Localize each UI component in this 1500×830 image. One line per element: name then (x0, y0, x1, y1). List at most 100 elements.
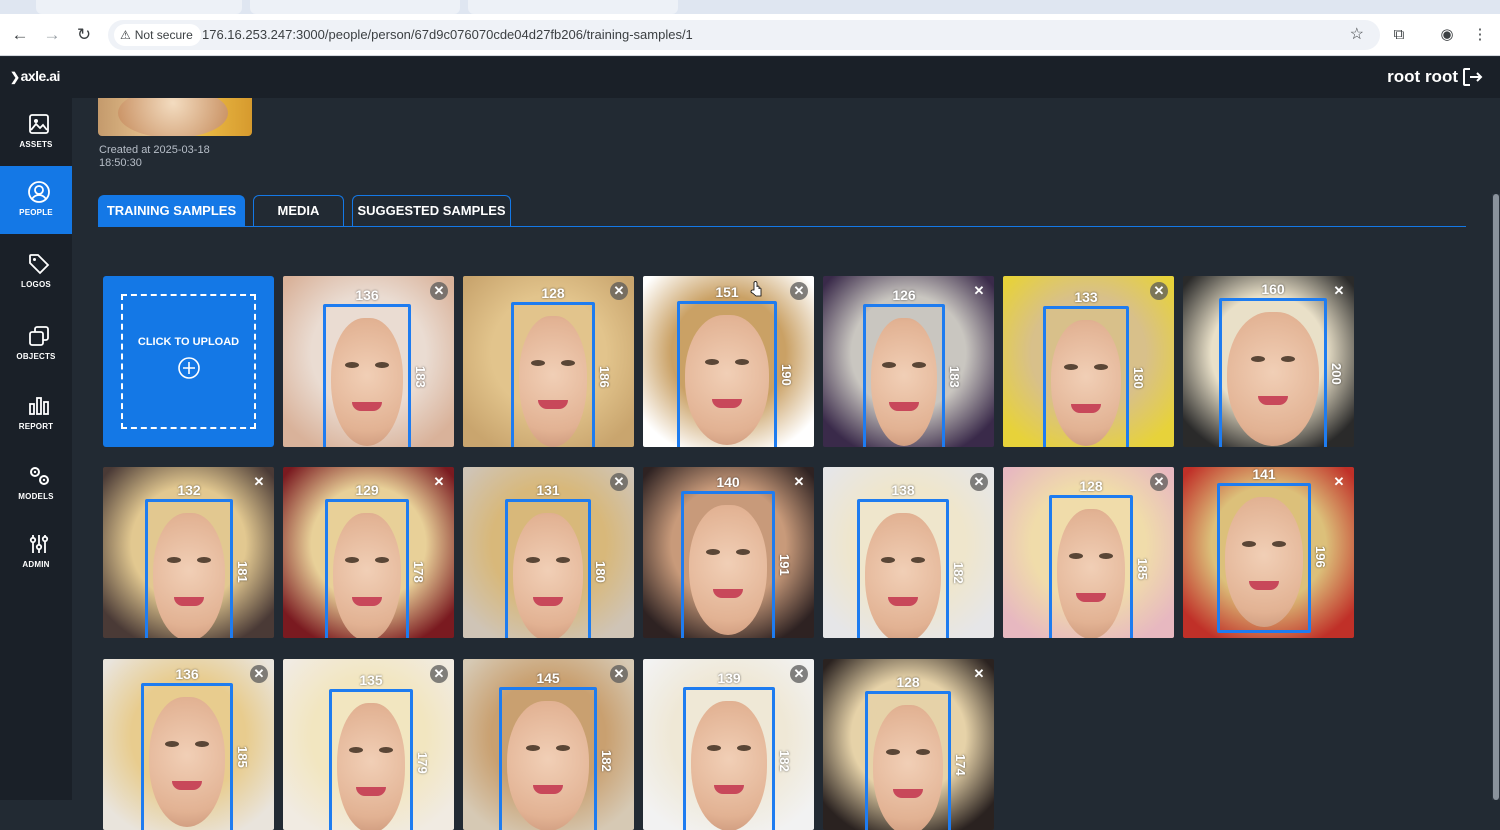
profile-icon[interactable]: ◉ (1437, 25, 1457, 45)
face-bounding-box[interactable] (141, 683, 233, 830)
scrollbar-thumb[interactable] (1493, 194, 1499, 800)
upload-tile[interactable]: CLICK TO UPLOAD (103, 276, 274, 447)
remove-sample-icon[interactable]: ✕ (790, 665, 808, 683)
training-sample-tile[interactable]: 138 182 ✕ (823, 467, 994, 638)
box-height-label: 183 (947, 366, 962, 388)
sidebar-item-assets[interactable]: ASSETS (0, 98, 72, 166)
remove-sample-icon[interactable]: ✕ (430, 282, 448, 300)
training-sample-tile[interactable]: 141 196 ✕ (1183, 467, 1354, 638)
training-sample-tile[interactable]: 151 190 ✕ (643, 276, 814, 447)
sidebar-item-label: MODELS (18, 492, 54, 501)
training-sample-tile[interactable]: 128 174 ✕ (823, 659, 994, 830)
remove-sample-icon[interactable]: ✕ (610, 473, 628, 491)
face-bounding-box[interactable] (681, 491, 775, 638)
user-name[interactable]: root root (1387, 67, 1458, 87)
app-header: ❯axle.ai root root (0, 57, 1500, 98)
not-secure-label: Not secure (134, 28, 193, 42)
remove-sample-icon[interactable]: ✕ (430, 665, 448, 683)
remove-sample-icon[interactable]: ✕ (790, 282, 808, 300)
remove-sample-icon[interactable]: ✕ (610, 665, 628, 683)
box-width-label: 131 (536, 482, 560, 498)
remove-sample-icon[interactable]: ✕ (1150, 473, 1168, 491)
box-height-label: 186 (597, 365, 612, 388)
face-bounding-box[interactable] (511, 302, 595, 447)
training-sample-tile[interactable]: 128 186 ✕ (463, 276, 634, 447)
face-bounding-box[interactable] (677, 301, 777, 447)
person-icon (28, 181, 50, 203)
remove-sample-icon[interactable]: ✕ (1330, 282, 1348, 300)
remove-sample-icon[interactable]: ✕ (970, 665, 988, 683)
extensions-icon[interactable]: ⧉ (1389, 25, 1409, 45)
box-width-label: 136 (355, 287, 379, 303)
tab-training-samples[interactable]: TRAINING SAMPLES (98, 195, 245, 226)
face-bounding-box[interactable] (145, 499, 233, 638)
face-bounding-box[interactable] (323, 304, 411, 447)
face-bounding-box[interactable] (1219, 298, 1327, 447)
sidebar-item-objects[interactable]: OBJECTS (0, 310, 72, 378)
training-sample-tile[interactable]: 128 185 ✕ (1003, 467, 1174, 638)
browser-tab[interactable] (250, 0, 460, 14)
face-bounding-box[interactable] (505, 499, 591, 638)
sidebar-item-label: LOGOS (21, 280, 51, 289)
box-width-label: 160 (1261, 281, 1285, 297)
bookmark-star-icon[interactable]: ☆ (1350, 20, 1364, 50)
url-bar[interactable]: ⚠ Not secure 176.16.253.247:3000/people/p… (108, 20, 1380, 50)
menu-kebab-icon[interactable]: ⋮ (1470, 25, 1490, 45)
face-bounding-box[interactable] (863, 304, 945, 447)
remove-sample-icon[interactable]: ✕ (610, 282, 628, 300)
face-bounding-box[interactable] (683, 687, 775, 830)
remove-sample-icon[interactable]: ✕ (1150, 282, 1168, 300)
sidebar: ASSETS PEOPLE LOGOS OBJECTS REPORT MODEL… (0, 98, 72, 800)
training-sample-tile[interactable]: 139 182 ✕ (643, 659, 814, 830)
training-sample-tile[interactable]: 132 181 ✕ (103, 467, 274, 638)
training-sample-tile[interactable]: 126 183 ✕ (823, 276, 994, 447)
reload-icon[interactable]: ↻ (74, 25, 94, 45)
remove-sample-icon[interactable]: ✕ (790, 473, 808, 491)
tab-suggested-samples[interactable]: SUGGESTED SAMPLES (352, 195, 511, 226)
url-text[interactable]: 176.16.253.247:3000/people/person/67d9c0… (202, 20, 693, 50)
training-sample-tile[interactable]: 160 200 ✕ (1183, 276, 1354, 447)
remove-sample-icon[interactable]: ✕ (250, 665, 268, 683)
face-bounding-box[interactable] (325, 499, 409, 638)
sidebar-item-logos[interactable]: LOGOS (0, 238, 72, 306)
face-bounding-box[interactable] (857, 499, 949, 638)
logo-chevron-icon: ❯ (10, 70, 20, 84)
remove-sample-icon[interactable]: ✕ (250, 473, 268, 491)
face-bounding-box[interactable] (499, 687, 597, 830)
training-sample-tile[interactable]: 136 183 ✕ (283, 276, 454, 447)
not-secure-chip[interactable]: ⚠ Not secure (114, 24, 201, 46)
tab-media[interactable]: MEDIA (253, 195, 344, 226)
remove-sample-icon[interactable]: ✕ (430, 473, 448, 491)
sidebar-item-label: REPORT (18, 422, 54, 431)
remove-sample-icon[interactable]: ✕ (1330, 473, 1348, 491)
face-bounding-box[interactable] (1217, 483, 1311, 633)
box-width-label: 140 (716, 474, 740, 490)
browser-tab[interactable] (36, 0, 242, 14)
training-sample-tile[interactable]: 140 191 ✕ (643, 467, 814, 638)
face-bounding-box[interactable] (1043, 306, 1129, 447)
page-scrollbar[interactable] (1492, 194, 1500, 800)
face-bounding-box[interactable] (1049, 495, 1133, 638)
remove-sample-icon[interactable]: ✕ (970, 282, 988, 300)
sidebar-item-report[interactable]: REPORT (0, 380, 72, 448)
remove-sample-icon[interactable]: ✕ (970, 473, 988, 491)
sidebar-item-admin[interactable]: ADMIN (0, 518, 72, 586)
training-sample-tile[interactable]: 135 179 ✕ (283, 659, 454, 830)
training-sample-tile[interactable]: 145 182 ✕ (463, 659, 634, 830)
app-logo[interactable]: ❯axle.ai (10, 68, 60, 84)
logout-icon[interactable] (1460, 65, 1484, 89)
browser-tab[interactable] (468, 0, 678, 14)
back-icon[interactable]: ← (10, 25, 30, 45)
upload-label: CLICK TO UPLOAD (137, 336, 240, 348)
face-bounding-box[interactable] (865, 691, 951, 830)
forward-icon[interactable]: → (42, 25, 62, 45)
sidebar-item-people[interactable]: PEOPLE (0, 166, 72, 234)
face-bounding-box[interactable] (329, 689, 413, 830)
training-sample-tile[interactable]: 133 180 ✕ (1003, 276, 1174, 447)
sidebar-item-models[interactable]: MODELS (0, 450, 72, 518)
training-sample-tile[interactable]: 129 178 ✕ (283, 467, 454, 638)
box-height-label: 182 (951, 562, 966, 584)
training-sample-tile[interactable]: 136 185 ✕ (103, 659, 274, 830)
training-sample-tile[interactable]: 131 180 ✕ (463, 467, 634, 638)
tag-icon (29, 254, 50, 275)
